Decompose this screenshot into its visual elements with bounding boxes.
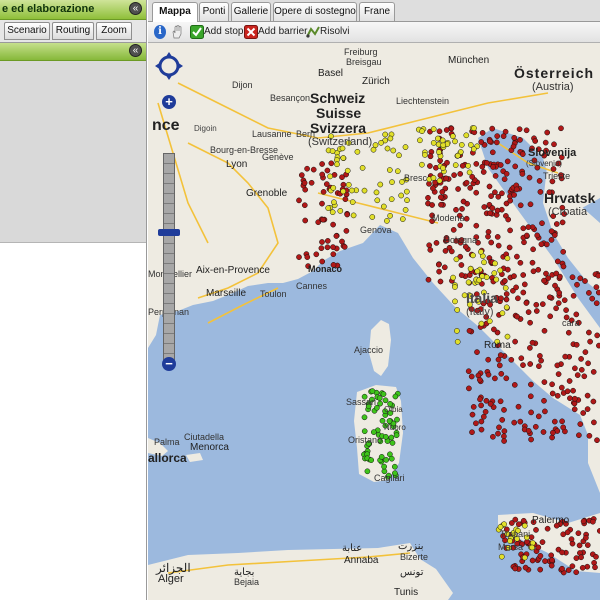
label-hrvatska: Hrvatsk <box>544 190 596 206</box>
tab-routing[interactable]: Routing <box>52 22 94 40</box>
tab-scenario[interactable]: Scenario <box>4 22 50 40</box>
label-besancon: Besançon <box>270 93 311 103</box>
tab-zoom[interactable]: Zoom <box>96 22 132 40</box>
label-osterreich: Österreich <box>514 65 595 81</box>
label-croatia: (Croatia <box>548 206 588 218</box>
label-switzerland: (Switzerland) <box>308 136 373 148</box>
tab-frane[interactable]: Frane <box>359 2 395 21</box>
label-slovenia: (Slovenia) <box>526 159 563 168</box>
add-barrier-label: Add barrier <box>258 26 308 37</box>
pan-hand-icon[interactable] <box>171 25 183 39</box>
collapse-left-panel-icon[interactable]: « <box>129 2 142 15</box>
label-lausanne: Lausanne <box>252 129 292 139</box>
label-bern: Bern <box>296 129 316 139</box>
label-annaba-ar: عنابة <box>342 543 363 554</box>
label-cannes: Cannes <box>296 281 328 291</box>
add-stop-label: Add stop <box>204 26 244 37</box>
label-basel: Basel <box>318 68 344 79</box>
label-breisgau: Breisgau <box>346 57 382 67</box>
zoom-slider-track[interactable] <box>163 153 175 361</box>
label-grenoble: Grenoble <box>246 188 288 199</box>
solve-button[interactable]: Risolvi <box>306 25 349 39</box>
label-pescara: cara <box>562 318 580 328</box>
left-subpanel-body <box>0 61 146 243</box>
label-france: nce <box>152 117 180 134</box>
label-sassari: Sassari <box>346 397 377 407</box>
label-monaco: Monaco <box>308 264 343 274</box>
tab-gallerie[interactable]: Gallerie <box>231 2 271 21</box>
left-panel-title: e ed elaborazione <box>2 3 95 15</box>
label-trapani: Trapani <box>500 529 531 539</box>
left-panel-header: e ed elaborazione « <box>0 0 146 20</box>
label-svizzera: Svizzera <box>310 120 367 136</box>
label-menorca: Menorca <box>190 442 229 453</box>
label-palermo: Palermo <box>532 515 570 526</box>
label-cagliari: Cagliari <box>374 473 405 483</box>
label-bizerte-ar: بنزرت <box>398 541 424 552</box>
label-digoin: Digoin <box>194 124 217 133</box>
label-dijon: Dijon <box>232 80 253 90</box>
label-italia: Italia <box>466 290 498 306</box>
label-toulon: Toulon <box>260 289 287 299</box>
zoom-slider-handle[interactable] <box>158 229 180 237</box>
label-ciutadella: Ciutadella <box>184 432 225 442</box>
label-schweiz: Schweiz <box>310 90 366 106</box>
label-alger: Alger <box>158 573 184 585</box>
pan-arrows-icon <box>155 52 183 80</box>
label-marseille: Marseille <box>206 288 247 299</box>
label-genova: Genova <box>360 225 392 235</box>
label-tunis-ar: تونس <box>400 567 424 578</box>
solve-route-icon <box>306 26 320 38</box>
map-toolbar: i Add stop Add barrier Risolvi <box>148 22 600 43</box>
label-munchen: München <box>448 55 490 66</box>
label-freiburg: Freiburg <box>344 47 378 57</box>
solve-label: Risolvi <box>320 26 350 37</box>
label-tunis: Tunis <box>394 587 419 598</box>
label-zurich: Zürich <box>362 76 390 87</box>
label-olbia: Olbia <box>384 405 403 414</box>
info-icon[interactable]: i <box>154 25 166 39</box>
left-panel-tabs: Scenario Routing Zoom <box>0 20 146 43</box>
pan-control[interactable] <box>154 51 184 81</box>
map-panel: Mappa Ponti Gallerie Opere di sostegno F… <box>148 0 600 600</box>
label-annaba: Annaba <box>344 555 379 566</box>
add-stop-icon <box>190 25 204 39</box>
add-barrier-button[interactable]: Add barrier <box>244 25 307 39</box>
label-palma: Palma <box>154 437 180 447</box>
map-labels: Freiburg Breisgau Basel Zürich München Ö… <box>148 43 600 600</box>
label-slovenija: Slovenija <box>528 147 577 159</box>
map-tabs: Mappa Ponti Gallerie Opere di sostegno F… <box>148 0 600 22</box>
label-bejaia: Bejaia <box>234 577 260 587</box>
tab-opere-di-sostegno[interactable]: Opere di sostegno <box>273 2 357 21</box>
add-stop-button[interactable]: Add stop <box>190 25 243 39</box>
zoom-out-button[interactable]: − <box>162 357 176 371</box>
label-austria: (Austria) <box>532 81 574 93</box>
label-liechtenstein: Liechtenstein <box>396 96 450 106</box>
label-aix: Aix-en-Provence <box>196 265 270 276</box>
label-roma: Roma <box>484 340 511 351</box>
left-panel: e ed elaborazione « Scenario Routing Zoo… <box>0 0 147 600</box>
tab-mappa[interactable]: Mappa <box>152 2 198 22</box>
label-italy: (Italy) <box>466 306 494 318</box>
label-trieste: Trieste <box>543 171 571 181</box>
add-barrier-icon <box>244 25 258 39</box>
tab-ponti[interactable]: Ponti <box>199 2 229 21</box>
label-modena: Modena <box>432 213 465 223</box>
label-bizerte: Bizerte <box>400 552 429 562</box>
label-mallorca: allorca <box>148 451 187 465</box>
zoom-in-button[interactable]: + <box>162 95 176 109</box>
label-lyon: Lyon <box>226 159 248 170</box>
label-suisse: Suisse <box>316 105 362 121</box>
left-subpanel-header: « <box>0 43 146 61</box>
label-nuoro: Nuoro <box>384 423 406 432</box>
label-bologna: Bologna <box>444 235 478 245</box>
collapse-subpanel-icon[interactable]: « <box>129 44 142 57</box>
label-geneve: Genève <box>262 152 294 162</box>
label-oristano: Oristano <box>348 435 383 445</box>
label-marsala: Marsa <box>498 542 524 552</box>
map-canvas[interactable]: Freiburg Breisgau Basel Zürich München Ö… <box>148 43 600 600</box>
label-brescia: Bresc <box>404 173 428 183</box>
label-ajaccio: Ajaccio <box>354 345 384 355</box>
